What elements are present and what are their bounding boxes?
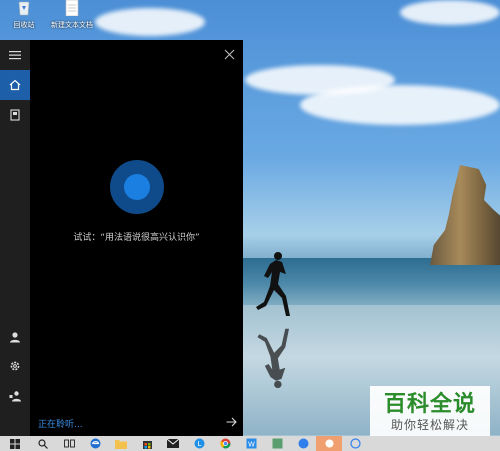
app5-icon	[325, 439, 333, 448]
desktop-icon-recycle-bin[interactable]: 回收站	[4, 0, 44, 30]
feedback-icon	[9, 391, 21, 402]
taskbar-store[interactable]	[134, 436, 160, 451]
gear-icon	[10, 361, 20, 371]
hamburger-menu-button[interactable]	[0, 40, 30, 70]
watermark-subtitle: 助你轻松解决	[390, 417, 469, 432]
rock-formation	[430, 165, 500, 265]
taskbar-search-button[interactable]	[30, 436, 56, 451]
watermark-title: 百科全说	[383, 391, 476, 417]
store-icon	[142, 441, 152, 449]
runner-silhouette	[256, 252, 290, 316]
cortana-sidebar	[0, 40, 30, 436]
taskbar-app6[interactable]	[342, 436, 368, 451]
settings-button[interactable]	[0, 351, 30, 381]
taskbar-mail[interactable]	[160, 436, 186, 451]
feedback-button[interactable]	[0, 381, 30, 411]
taskbar-chrome[interactable]	[212, 436, 238, 451]
search-icon	[38, 438, 48, 449]
close-icon	[224, 49, 234, 59]
recycle-bin-icon	[18, 1, 30, 16]
cortana-orb[interactable]	[110, 160, 164, 214]
desktop-icon-text-file[interactable]: 新建文本文档	[50, 0, 94, 30]
taskbar: L W	[0, 436, 500, 451]
taskbar-app3[interactable]	[264, 436, 290, 451]
desktop: 回收站 新建文本文档 试试：“用法语说很高兴认识你” 正在聆听... 百科全说 …	[0, 0, 500, 451]
submit-button[interactable]	[224, 415, 238, 429]
cloud	[400, 0, 500, 25]
user-icon	[10, 332, 20, 343]
edge-icon	[90, 438, 100, 449]
taskbar-file-explorer[interactable]	[108, 436, 134, 451]
home-button[interactable]	[0, 70, 30, 100]
taskbar-edge[interactable]	[82, 436, 108, 451]
task-view-button[interactable]	[56, 436, 82, 451]
desktop-icon-label: 新建文本文档	[51, 21, 93, 29]
watermark: 百科全说 助你轻松解决	[370, 386, 490, 438]
runner-reflection	[257, 328, 289, 389]
chrome-icon	[219, 438, 230, 449]
cloud	[300, 85, 500, 125]
cloud	[95, 8, 205, 36]
svg-text:W: W	[248, 441, 255, 449]
text-file-icon	[65, 0, 79, 17]
notebook-icon	[10, 109, 20, 121]
app-icon: L	[194, 438, 204, 449]
app3-icon	[272, 438, 282, 449]
close-button[interactable]	[221, 46, 237, 62]
cortana-panel: 试试：“用法语说很高兴认识你” 正在聆听...	[0, 40, 243, 436]
windows-start-icon	[10, 438, 20, 449]
account-button[interactable]	[0, 322, 30, 352]
svg-text:L: L	[197, 440, 201, 448]
app4-icon	[298, 438, 308, 449]
start-button[interactable]	[0, 436, 30, 451]
arrow-right-icon	[226, 417, 237, 427]
listening-status: 正在聆听...	[38, 420, 83, 430]
mail-icon	[167, 439, 179, 448]
task-view-icon	[63, 439, 75, 448]
hamburger-icon	[9, 51, 21, 60]
desktop-icon-label: 回收站	[13, 21, 35, 29]
taskbar-app2[interactable]: W	[238, 436, 264, 451]
home-icon	[9, 79, 21, 91]
cortana-hint: 试试：“用法语说很高兴认识你”	[73, 233, 200, 243]
taskbar-app5[interactable]	[316, 436, 342, 451]
cortana-orb-inner	[124, 174, 150, 200]
app2-icon: W	[246, 438, 256, 449]
notebook-button[interactable]	[0, 100, 30, 130]
taskbar-app[interactable]: L	[186, 436, 212, 451]
taskbar-app4[interactable]	[290, 436, 316, 451]
folder-icon	[115, 439, 127, 449]
app6-icon	[349, 438, 361, 449]
